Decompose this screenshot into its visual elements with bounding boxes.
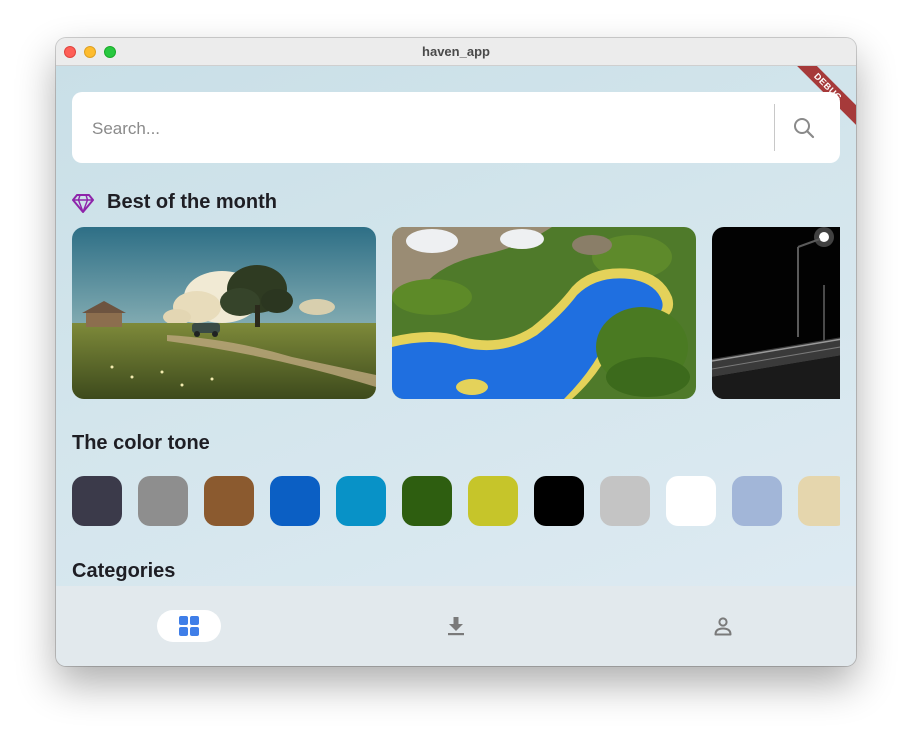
color-swatch[interactable] <box>138 476 188 526</box>
nav-profile-tab[interactable] <box>691 610 755 642</box>
color-swatch[interactable] <box>534 476 584 526</box>
search-button[interactable] <box>784 108 824 148</box>
app-window: haven_app DEBUG Best of the month <box>56 38 856 666</box>
color-tone-title: The color tone <box>72 432 210 454</box>
nav-downloads-tab[interactable] <box>424 610 488 642</box>
color-swatch[interactable] <box>798 476 840 526</box>
color-swatch[interactable] <box>468 476 518 526</box>
best-of-month-title: Best of the month <box>107 191 277 213</box>
color-swatch[interactable] <box>336 476 386 526</box>
window-title: haven_app <box>422 44 490 59</box>
color-swatch[interactable] <box>270 476 320 526</box>
gem-icon <box>72 194 94 213</box>
title-bar: haven_app <box>56 38 856 66</box>
color-swatch[interactable] <box>204 476 254 526</box>
wallpaper-card[interactable] <box>392 227 696 399</box>
search-icon <box>794 118 815 139</box>
color-tone-list[interactable] <box>72 476 840 526</box>
night-highway-wallpaper-image <box>712 227 840 399</box>
wallpaper-card[interactable] <box>72 227 376 399</box>
search-divider <box>774 104 775 151</box>
main-content[interactable]: DEBUG Best of the month <box>56 66 856 586</box>
color-swatch[interactable] <box>72 476 122 526</box>
hexagon-island-wallpaper-image <box>392 227 696 399</box>
color-swatch[interactable] <box>732 476 782 526</box>
download-icon <box>448 617 464 636</box>
best-of-month-carousel[interactable] <box>72 227 840 399</box>
color-swatch[interactable] <box>402 476 452 526</box>
profile-icon <box>714 617 732 636</box>
categories-title: Categories <box>72 560 176 582</box>
nav-home-tab[interactable] <box>157 610 221 642</box>
bottom-nav-bar <box>56 586 856 666</box>
color-swatch[interactable] <box>666 476 716 526</box>
wallpaper-card[interactable] <box>712 227 840 399</box>
grid-icon <box>179 616 199 636</box>
search-input[interactable] <box>90 92 754 165</box>
search-bar <box>72 92 840 165</box>
color-swatch[interactable] <box>600 476 650 526</box>
countryside-wallpaper-image <box>72 227 376 399</box>
